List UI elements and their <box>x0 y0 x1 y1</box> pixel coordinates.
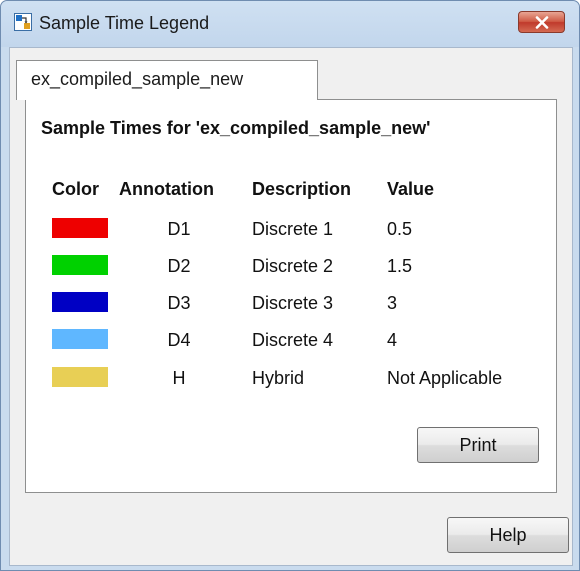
window-title: Sample Time Legend <box>39 13 210 33</box>
color-swatch <box>52 329 108 349</box>
annotation-cell: H <box>172 368 186 388</box>
value-cell: 1.5 <box>387 256 413 276</box>
value-cell: 4 <box>387 330 398 350</box>
column-header-annotation: Annotation <box>119 179 214 199</box>
description-cell: Discrete 2 <box>252 256 334 276</box>
annotation-cell: D1 <box>167 219 191 239</box>
color-swatch <box>52 255 108 275</box>
description-cell: Discrete 1 <box>252 219 334 239</box>
description-cell: Hybrid <box>252 368 305 388</box>
annotation-cell: D2 <box>167 256 191 276</box>
description-cell: Discrete 4 <box>252 330 334 350</box>
color-swatch <box>52 367 108 387</box>
value-cell: 0.5 <box>387 219 413 239</box>
annotation-cell: D4 <box>167 330 191 350</box>
column-header-description: Description <box>252 179 352 199</box>
close-icon <box>535 16 549 29</box>
annotation-cell: D3 <box>167 293 191 313</box>
value-cell: 3 <box>387 293 398 313</box>
color-swatch <box>52 218 108 238</box>
tab-ex-compiled-sample-new[interactable]: ex_compiled_sample_new <box>16 60 318 100</box>
color-swatch <box>52 292 108 312</box>
sample-time-legend-window: Sample Time Legend ex_compiled_sample_ne… <box>0 0 580 571</box>
print-button[interactable]: Print <box>417 427 539 463</box>
title-bar[interactable]: Sample Time Legend <box>1 1 579 47</box>
help-button[interactable]: Help <box>447 517 569 553</box>
panel-heading: Sample Times for 'ex_compiled_sample_new… <box>41 118 431 138</box>
column-header-value: Value <box>387 179 435 199</box>
close-button[interactable] <box>518 11 565 33</box>
value-cell: Not Applicable <box>387 368 503 388</box>
description-cell: Discrete 3 <box>252 293 334 313</box>
simulink-model-icon <box>14 13 32 31</box>
column-header-color: Color <box>52 179 99 199</box>
